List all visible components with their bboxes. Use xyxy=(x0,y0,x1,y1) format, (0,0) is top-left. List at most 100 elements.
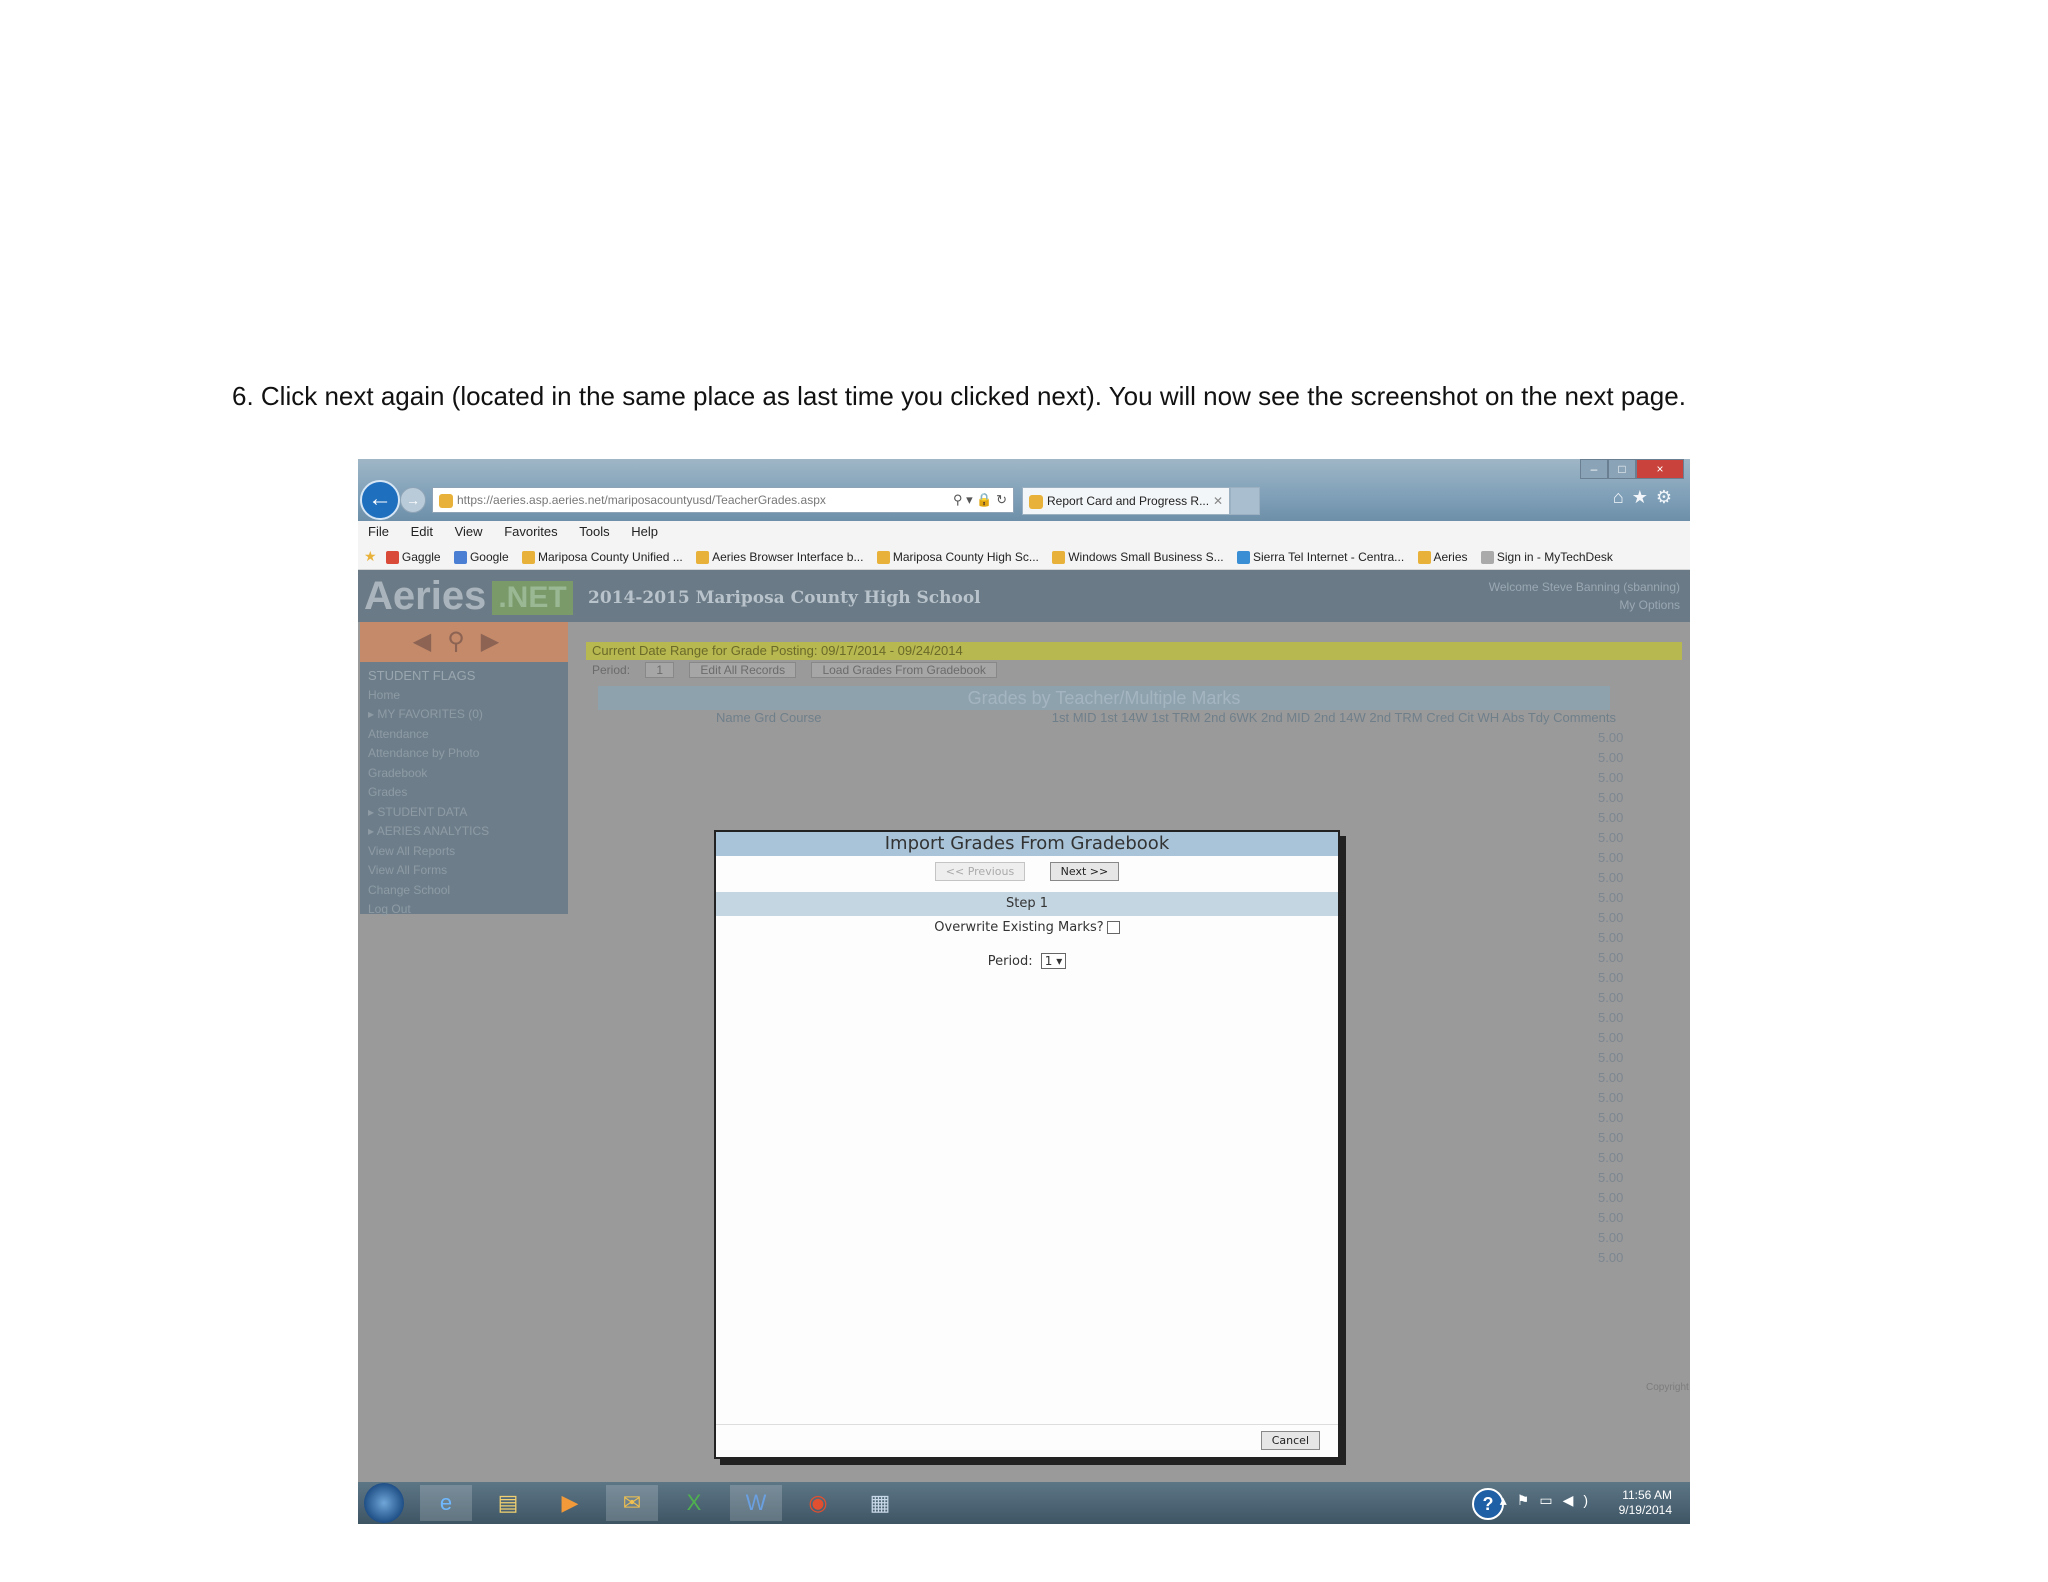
cancel-button[interactable]: Cancel xyxy=(1260,1431,1320,1450)
fav-mariposa-unified[interactable]: Mariposa County Unified ... xyxy=(522,550,683,565)
ie-icon[interactable]: e xyxy=(420,1485,472,1521)
browser-tab[interactable]: Report Card and Progress R... ✕ xyxy=(1022,487,1230,515)
back-arrow-icon[interactable]: ← xyxy=(360,480,400,520)
fav-mariposa-high[interactable]: Mariposa County High Sc... xyxy=(876,550,1039,565)
nav-home[interactable]: Home xyxy=(368,686,560,706)
fav-aeries[interactable]: Aeries xyxy=(1417,550,1468,565)
period-select[interactable]: 1 xyxy=(645,662,675,678)
menu-favorites[interactable]: Favorites xyxy=(504,524,557,539)
address-tools-icon[interactable]: ⚲ ▾ 🔒 ↻ xyxy=(953,488,1007,512)
menu-edit[interactable]: Edit xyxy=(411,524,433,539)
table-row: 5.0000 xyxy=(1598,930,1624,945)
tab-icon xyxy=(1029,494,1043,509)
nav-attendance-photo[interactable]: Attendance by Photo xyxy=(368,744,560,764)
window-controls: – □ × xyxy=(1580,459,1684,479)
table-row: 5.0000 xyxy=(1598,770,1624,785)
dialog-footer: Cancel xyxy=(716,1424,1338,1457)
overwrite-checkbox[interactable] xyxy=(1106,921,1120,934)
edit-all-button[interactable]: Edit All Records xyxy=(689,662,797,678)
next-button[interactable]: Next >> xyxy=(1049,862,1120,881)
menu-help[interactable]: Help xyxy=(631,524,658,539)
my-options-link[interactable]: My Options xyxy=(1489,596,1680,614)
menu-bar: File Edit View Favorites Tools Help xyxy=(358,521,1690,543)
table-row: 5.0000 xyxy=(1598,790,1624,805)
nav-view-reports[interactable]: View All Reports xyxy=(368,842,560,862)
fav-google[interactable]: Google xyxy=(453,550,509,565)
fav-mytechdesk[interactable]: Sign in - MyTechDesk xyxy=(1480,550,1613,565)
chrome-icon[interactable]: ◉ xyxy=(792,1485,844,1521)
table-row: 5.0000 xyxy=(1598,1090,1624,1105)
table-row: 5.0000 xyxy=(1598,850,1624,865)
fav-aeries-browser[interactable]: Aeries Browser Interface b... xyxy=(696,550,863,565)
page-icon xyxy=(439,493,453,508)
new-tab-button[interactable] xyxy=(1230,487,1260,515)
favorites-star-icon[interactable]: ★ xyxy=(364,543,377,569)
table-row: 5.0000 xyxy=(1598,810,1624,825)
tab-title: Report Card and Progress R... xyxy=(1047,494,1210,508)
address-bar[interactable]: https://aeries.asp.aeries.net/mariposaco… xyxy=(432,487,1014,513)
table-row: 5.0000 xyxy=(1598,1190,1624,1205)
dialog-period-row: Period: 1 ▾ xyxy=(716,953,1338,969)
menu-tools[interactable]: Tools xyxy=(579,524,609,539)
nav-attendance[interactable]: Attendance xyxy=(368,725,560,745)
overwrite-label: Overwrite Existing Marks? xyxy=(934,920,1104,935)
maximize-button[interactable]: □ xyxy=(1608,459,1636,479)
table-row: 5.0000 xyxy=(1598,1070,1624,1085)
aeries-logo: Aeries .NET xyxy=(364,574,573,619)
school-title: 2014-2015 Mariposa County High School xyxy=(588,588,981,608)
nav-list: STUDENT FLAGS Home ▸ MY FAVORITES (0) At… xyxy=(360,662,568,924)
dialog-period-select[interactable]: 1 ▾ xyxy=(1040,953,1067,969)
tray-icons[interactable]: ▴⚑▭◀) xyxy=(1500,1492,1598,1509)
step-header: Step 1 xyxy=(716,892,1338,916)
tab-close-icon[interactable]: ✕ xyxy=(1213,488,1223,514)
excel-icon[interactable]: X xyxy=(668,1485,720,1521)
menu-file[interactable]: File xyxy=(368,524,389,539)
load-grades-button[interactable]: Load Grades From Gradebook xyxy=(811,662,997,678)
nav-gradebook[interactable]: Gradebook xyxy=(368,764,560,784)
system-clock[interactable]: 11:56 AM 9/19/2014 xyxy=(1619,1488,1672,1518)
home-star-gear-icon[interactable]: ⌂★⚙ xyxy=(1613,487,1680,508)
table-row: 5.0010 xyxy=(1598,970,1624,985)
table-row: 5.0000 xyxy=(1598,950,1624,965)
outlook-icon[interactable]: ✉ xyxy=(606,1485,658,1521)
nav-log-out[interactable]: Log Out xyxy=(368,900,560,920)
fav-sierra-tel[interactable]: Sierra Tel Internet - Centra... xyxy=(1236,550,1404,565)
nav-aeries-analytics[interactable]: ▸ AERIES ANALYTICS xyxy=(368,822,560,842)
folder-icon[interactable]: ▤ xyxy=(482,1485,534,1521)
calculator-icon[interactable]: ▦ xyxy=(854,1485,906,1521)
left-nav: ◀⚲▶ STUDENT FLAGS Home ▸ MY FAVORITES (0… xyxy=(360,622,568,916)
nav-view-forms[interactable]: View All Forms xyxy=(368,861,560,881)
forward-arrow-icon[interactable]: → xyxy=(400,487,426,513)
dialog-nav: << Previous Next >> xyxy=(716,856,1338,892)
nav-grades[interactable]: Grades xyxy=(368,783,560,803)
fav-gaggle[interactable]: Gaggle xyxy=(385,550,441,565)
nav-my-favorites[interactable]: ▸ MY FAVORITES (0) xyxy=(368,705,560,725)
nav-student-data[interactable]: ▸ STUDENT DATA xyxy=(368,803,560,823)
media-player-icon[interactable]: ▶ xyxy=(544,1485,596,1521)
welcome-text: Welcome Steve Banning (sbanning) xyxy=(1488,580,1680,594)
table-row: 5.0000 xyxy=(1598,910,1624,925)
table-row: 5.0010 xyxy=(1598,750,1624,765)
aeries-header: Aeries .NET 2014-2015 Mariposa County Hig… xyxy=(358,570,1690,622)
nav-change-school[interactable]: Change School xyxy=(368,881,560,901)
word-icon[interactable]: W xyxy=(730,1485,782,1521)
grid-header: Name Grd Course 1st MID 1st 14W 1st TRM … xyxy=(716,710,1616,725)
close-button[interactable]: × xyxy=(1636,459,1684,479)
address-url: https://aeries.asp.aeries.net/mariposaco… xyxy=(457,493,826,507)
table-row: 5.0000 xyxy=(1598,1130,1624,1145)
period-label: Period: xyxy=(592,663,631,677)
nav-search-controls[interactable]: ◀⚲▶ xyxy=(360,622,568,662)
table-row: 5.0010 xyxy=(1598,730,1624,745)
start-button[interactable] xyxy=(364,1483,404,1523)
nav-student-flags[interactable]: STUDENT FLAGS xyxy=(368,666,560,686)
date-range-banner: Current Date Range for Grade Posting: 09… xyxy=(586,642,1682,660)
previous-button[interactable]: << Previous xyxy=(934,862,1026,881)
minimize-button[interactable]: – xyxy=(1580,459,1608,479)
dialog-title: Import Grades From Gradebook xyxy=(716,832,1338,856)
import-grades-dialog: Import Grades From Gradebook << Previous… xyxy=(714,830,1340,1459)
menu-view[interactable]: View xyxy=(455,524,483,539)
grid-header-right: 1st MID 1st 14W 1st TRM 2nd 6WK 2nd MID … xyxy=(1051,710,1616,725)
table-row: 5.0010 xyxy=(1598,1050,1624,1065)
table-row: 5.0000 xyxy=(1598,1210,1624,1225)
fav-windows-sbs[interactable]: Windows Small Business S... xyxy=(1052,550,1224,565)
